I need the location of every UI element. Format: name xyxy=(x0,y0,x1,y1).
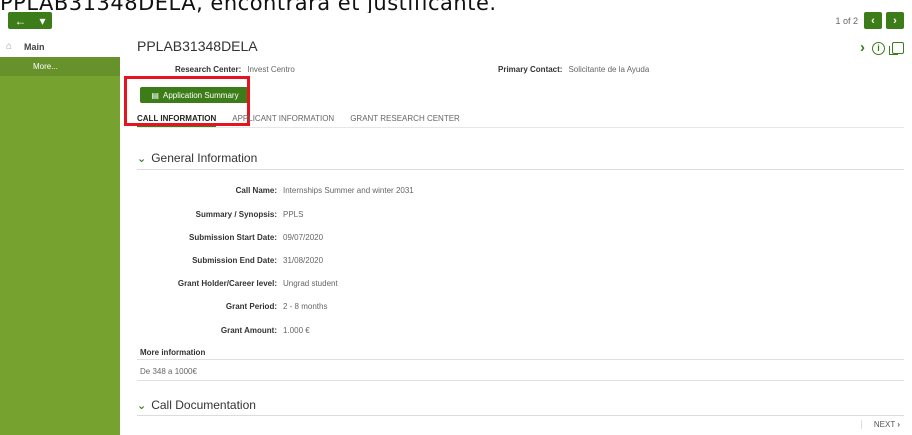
record-detail: PPLAB31348DELA › i Research Center: Inve… xyxy=(120,36,912,435)
primary-contact-value[interactable]: Solicitante de la Ayuda xyxy=(568,65,649,74)
field-value: 1.000 € xyxy=(283,326,310,335)
pager-count: 1 of 2 xyxy=(835,15,858,26)
page-title: PPLAB31348DELA xyxy=(137,38,258,54)
field-label: Summary / Synopsis: xyxy=(195,210,277,219)
field-value: PPLS xyxy=(283,210,304,219)
sidebar: ⌂ Main More... xyxy=(0,36,120,435)
chevron-right-icon[interactable]: › xyxy=(860,40,865,56)
sidebar-item-label: Main xyxy=(24,41,45,52)
divider xyxy=(137,380,904,381)
section-divider xyxy=(137,169,904,170)
back-nav-button[interactable]: ← ▾ xyxy=(8,12,52,29)
sidebar-item-more[interactable]: More... xyxy=(0,57,120,76)
field-label: Submission End Date: xyxy=(192,256,277,265)
info-icon[interactable]: i xyxy=(872,41,885,55)
call-documentation-section[interactable]: ⌄ Call Documentation xyxy=(137,398,256,412)
copy-icon[interactable] xyxy=(889,42,904,55)
section-title: General Information xyxy=(151,151,258,165)
tab-call-information[interactable]: CALL INFORMATION xyxy=(137,114,217,128)
primary-contact-field: Primary Contact: Solicitante de la Ayuda xyxy=(498,65,649,74)
field-grant-period: Grant Period: 2 - 8 months xyxy=(120,302,820,311)
chevron-down-icon: ⌄ xyxy=(137,399,147,412)
field-value: Internships Summer and winter 2031 xyxy=(283,186,414,195)
home-icon: ⌂ xyxy=(6,41,13,52)
field-value: Ungrad student xyxy=(283,279,338,288)
prev-record-button[interactable]: ‹ xyxy=(864,12,882,29)
field-value: 09/07/2020 xyxy=(283,233,324,242)
divider xyxy=(137,359,904,360)
record-tabs: CALL INFORMATION APPLICANT INFORMATION G… xyxy=(137,114,460,128)
research-center-label: Research Center: xyxy=(175,65,242,74)
primary-contact-label: Primary Contact: xyxy=(498,65,563,74)
dropdown-caret-icon: ▾ xyxy=(39,13,46,28)
chevron-left-icon: ‹ xyxy=(871,14,875,27)
section-title: Call Documentation xyxy=(151,398,256,412)
more-information-value: De 348 a 1000€ xyxy=(140,367,197,376)
field-value: 31/08/2020 xyxy=(283,256,324,265)
field-label: Call Name: xyxy=(235,186,277,195)
tabs-divider xyxy=(137,127,904,128)
tab-applicant-information[interactable]: APPLICANT INFORMATION xyxy=(232,114,334,128)
section-divider xyxy=(137,415,904,416)
field-value: 2 - 8 months xyxy=(283,302,328,311)
next-record-button[interactable]: › xyxy=(886,12,904,29)
field-grant-amount: Grant Amount: 1.000 € xyxy=(120,326,820,335)
back-arrow-icon: ← xyxy=(14,13,27,28)
chevron-down-icon: ⌄ xyxy=(137,152,147,165)
application-summary-label: Application Summary xyxy=(162,90,239,100)
tab-grant-research-center[interactable]: GRANT RESEARCH CENTER xyxy=(350,114,460,128)
chevron-right-icon: › xyxy=(897,420,900,429)
record-pager: 1 of 2 ‹ › xyxy=(835,12,904,29)
field-submission-end-date: Submission End Date: 31/08/2020 xyxy=(120,256,820,265)
field-call-name: Call Name: Internships Summer and winter… xyxy=(120,186,820,195)
field-label: Grant Amount: xyxy=(220,326,277,335)
field-label: Submission Start Date: xyxy=(188,233,277,242)
general-information-section[interactable]: ⌄ General Information xyxy=(137,151,257,165)
document-icon: ▤ xyxy=(151,90,159,100)
more-information-label: More information xyxy=(140,348,206,357)
field-submission-start-date: Submission Start Date: 09/07/2020 xyxy=(120,233,820,242)
research-center-value[interactable]: Invest Centro xyxy=(247,65,295,74)
header-actions: › i xyxy=(860,40,904,56)
field-summary: Summary / Synopsis: PPLS xyxy=(120,210,820,219)
application-summary-button[interactable]: ▤ Application Summary xyxy=(140,87,250,103)
research-center-field: Research Center: Invest Centro xyxy=(175,65,295,74)
field-label: Grant Holder/Career level: xyxy=(177,279,277,288)
next-button[interactable]: NEXT › xyxy=(860,420,900,429)
sidebar-panel: More... xyxy=(0,57,120,435)
field-label: Grant Period: xyxy=(225,302,277,311)
chevron-right-icon: › xyxy=(893,14,897,27)
field-career-level: Grant Holder/Career level: Ungrad studen… xyxy=(120,279,820,288)
next-label: NEXT xyxy=(873,420,896,429)
sidebar-item-main[interactable]: ⌂ Main xyxy=(0,36,120,57)
sidebar-item-label: More... xyxy=(33,62,58,71)
top-caption: PPLAB31348DELA, encontrará et justifican… xyxy=(0,0,497,13)
